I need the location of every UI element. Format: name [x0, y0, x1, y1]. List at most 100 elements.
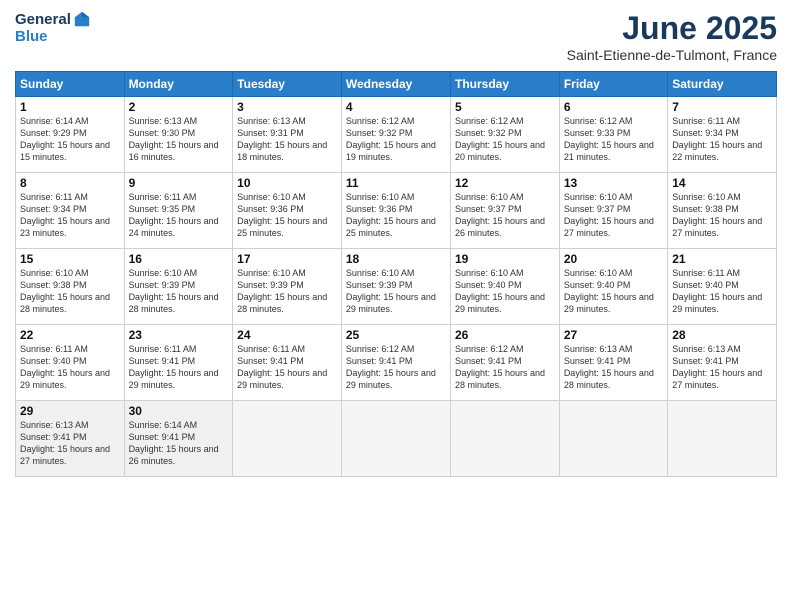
calendar-day: 11 Sunrise: 6:10 AM Sunset: 9:36 PM Dayl… [341, 173, 450, 249]
day-sunrise: Sunrise: 6:11 AM [129, 192, 197, 202]
calendar-day: 16 Sunrise: 6:10 AM Sunset: 9:39 PM Dayl… [124, 249, 233, 325]
day-sunset: Sunset: 9:40 PM [455, 280, 522, 290]
day-number: 20 [564, 252, 663, 266]
calendar-day: 24 Sunrise: 6:11 AM Sunset: 9:41 PM Dayl… [233, 325, 342, 401]
day-sunset: Sunset: 9:37 PM [455, 204, 522, 214]
day-sunset: Sunset: 9:41 PM [564, 356, 631, 366]
day-header-tuesday: Tuesday [233, 72, 342, 97]
day-sunset: Sunset: 9:38 PM [20, 280, 87, 290]
calendar-day: 6 Sunrise: 6:12 AM Sunset: 9:33 PM Dayli… [559, 97, 667, 173]
calendar-day: 27 Sunrise: 6:13 AM Sunset: 9:41 PM Dayl… [559, 325, 667, 401]
day-number: 1 [20, 100, 120, 114]
day-sunrise: Sunrise: 6:10 AM [455, 192, 524, 202]
day-number: 21 [672, 252, 772, 266]
calendar-day: 7 Sunrise: 6:11 AM Sunset: 9:34 PM Dayli… [668, 97, 777, 173]
day-number: 4 [346, 100, 446, 114]
day-daylight: Daylight: 15 hours and 29 minutes. [455, 292, 545, 314]
day-number: 18 [346, 252, 446, 266]
day-number: 28 [672, 328, 772, 342]
day-sunrise: Sunrise: 6:10 AM [237, 192, 306, 202]
day-daylight: Daylight: 15 hours and 29 minutes. [20, 368, 110, 390]
calendar-day: 12 Sunrise: 6:10 AM Sunset: 9:37 PM Dayl… [450, 173, 559, 249]
calendar-week-5: 29 Sunrise: 6:13 AM Sunset: 9:41 PM Dayl… [16, 401, 777, 477]
calendar-day: 21 Sunrise: 6:11 AM Sunset: 9:40 PM Dayl… [668, 249, 777, 325]
calendar-day: 28 Sunrise: 6:13 AM Sunset: 9:41 PM Dayl… [668, 325, 777, 401]
day-sunrise: Sunrise: 6:10 AM [672, 192, 741, 202]
day-sunset: Sunset: 9:41 PM [20, 432, 87, 442]
day-number: 15 [20, 252, 120, 266]
calendar-day: 10 Sunrise: 6:10 AM Sunset: 9:36 PM Dayl… [233, 173, 342, 249]
day-number: 10 [237, 176, 337, 190]
day-sunrise: Sunrise: 6:10 AM [455, 268, 524, 278]
day-header-monday: Monday [124, 72, 233, 97]
day-sunset: Sunset: 9:41 PM [346, 356, 413, 366]
day-sunset: Sunset: 9:40 PM [20, 356, 87, 366]
day-number: 11 [346, 176, 446, 190]
day-sunrise: Sunrise: 6:14 AM [129, 420, 198, 430]
day-daylight: Daylight: 15 hours and 24 minutes. [129, 216, 219, 238]
day-daylight: Daylight: 15 hours and 29 minutes. [129, 368, 219, 390]
logo-general: General [15, 11, 71, 28]
logo-blue: Blue [15, 28, 48, 45]
day-number: 5 [455, 100, 555, 114]
day-number: 24 [237, 328, 337, 342]
day-header-friday: Friday [559, 72, 667, 97]
day-sunrise: Sunrise: 6:10 AM [564, 192, 633, 202]
day-sunrise: Sunrise: 6:11 AM [672, 268, 740, 278]
day-sunrise: Sunrise: 6:13 AM [20, 420, 89, 430]
day-daylight: Daylight: 15 hours and 26 minutes. [129, 444, 219, 466]
day-daylight: Daylight: 15 hours and 21 minutes. [564, 140, 654, 162]
day-daylight: Daylight: 15 hours and 29 minutes. [346, 292, 436, 314]
day-daylight: Daylight: 15 hours and 28 minutes. [20, 292, 110, 314]
day-sunset: Sunset: 9:37 PM [564, 204, 631, 214]
day-sunrise: Sunrise: 6:12 AM [564, 116, 633, 126]
logo-icon [73, 10, 91, 28]
day-sunrise: Sunrise: 6:13 AM [237, 116, 306, 126]
day-daylight: Daylight: 15 hours and 28 minutes. [129, 292, 219, 314]
calendar-day: 17 Sunrise: 6:10 AM Sunset: 9:39 PM Dayl… [233, 249, 342, 325]
day-sunset: Sunset: 9:33 PM [564, 128, 631, 138]
logo: General Blue [15, 10, 91, 45]
day-sunset: Sunset: 9:40 PM [564, 280, 631, 290]
day-sunset: Sunset: 9:41 PM [237, 356, 304, 366]
calendar-day: 4 Sunrise: 6:12 AM Sunset: 9:32 PM Dayli… [341, 97, 450, 173]
day-number: 2 [129, 100, 229, 114]
calendar-week-3: 15 Sunrise: 6:10 AM Sunset: 9:38 PM Dayl… [16, 249, 777, 325]
day-number: 3 [237, 100, 337, 114]
day-number: 16 [129, 252, 229, 266]
calendar-day: 18 Sunrise: 6:10 AM Sunset: 9:39 PM Dayl… [341, 249, 450, 325]
day-sunset: Sunset: 9:38 PM [672, 204, 739, 214]
day-daylight: Daylight: 15 hours and 27 minutes. [672, 368, 762, 390]
day-sunrise: Sunrise: 6:13 AM [564, 344, 633, 354]
calendar-day: 25 Sunrise: 6:12 AM Sunset: 9:41 PM Dayl… [341, 325, 450, 401]
day-number: 9 [129, 176, 229, 190]
day-number: 25 [346, 328, 446, 342]
location: Saint-Etienne-de-Tulmont, France [567, 47, 777, 63]
day-sunset: Sunset: 9:34 PM [20, 204, 87, 214]
day-number: 13 [564, 176, 663, 190]
day-daylight: Daylight: 15 hours and 25 minutes. [237, 216, 327, 238]
day-sunrise: Sunrise: 6:11 AM [672, 116, 740, 126]
day-sunrise: Sunrise: 6:13 AM [672, 344, 741, 354]
day-daylight: Daylight: 15 hours and 28 minutes. [455, 368, 545, 390]
calendar-day: 3 Sunrise: 6:13 AM Sunset: 9:31 PM Dayli… [233, 97, 342, 173]
calendar-week-4: 22 Sunrise: 6:11 AM Sunset: 9:40 PM Dayl… [16, 325, 777, 401]
day-sunrise: Sunrise: 6:12 AM [346, 116, 415, 126]
day-sunset: Sunset: 9:29 PM [20, 128, 87, 138]
day-daylight: Daylight: 15 hours and 27 minutes. [20, 444, 110, 466]
calendar-day: 22 Sunrise: 6:11 AM Sunset: 9:40 PM Dayl… [16, 325, 125, 401]
calendar-day: 13 Sunrise: 6:10 AM Sunset: 9:37 PM Dayl… [559, 173, 667, 249]
day-daylight: Daylight: 15 hours and 27 minutes. [672, 216, 762, 238]
day-daylight: Daylight: 15 hours and 28 minutes. [564, 368, 654, 390]
month-title: June 2025 [567, 10, 777, 47]
day-sunset: Sunset: 9:41 PM [129, 432, 196, 442]
day-number: 30 [129, 404, 229, 418]
day-sunrise: Sunrise: 6:12 AM [455, 344, 524, 354]
day-sunset: Sunset: 9:41 PM [672, 356, 739, 366]
day-sunset: Sunset: 9:34 PM [672, 128, 739, 138]
day-header-saturday: Saturday [668, 72, 777, 97]
calendar-day [559, 401, 667, 477]
day-daylight: Daylight: 15 hours and 28 minutes. [237, 292, 327, 314]
day-daylight: Daylight: 15 hours and 27 minutes. [564, 216, 654, 238]
day-daylight: Daylight: 15 hours and 29 minutes. [237, 368, 327, 390]
